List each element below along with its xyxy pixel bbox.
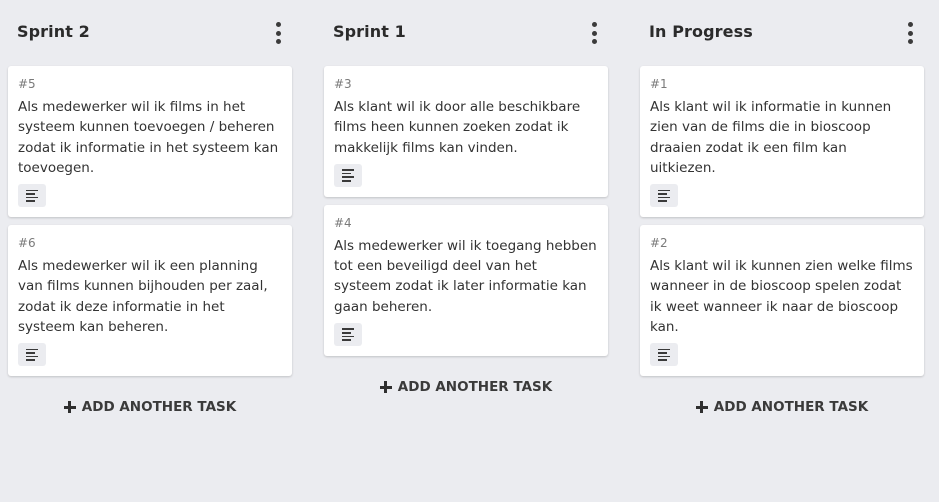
task-id: #1 [650, 77, 668, 91]
task-text: Als klant wil ik informatie in kunnen zi… [650, 99, 892, 176]
task-card[interactable]: #1 Als klant wil ik informatie in kunnen… [640, 66, 924, 218]
add-task-button[interactable]: ADD ANOTHER TASK [324, 377, 608, 397]
column-sprint-1: Sprint 1 #3 Als klant wil ik door alle b… [324, 0, 608, 397]
task-id: #2 [650, 236, 668, 251]
add-task-button[interactable]: ADD ANOTHER TASK [8, 397, 292, 417]
add-task-label: ADD ANOTHER TASK [713, 399, 869, 416]
more-vertical-icon[interactable] [898, 20, 922, 46]
task-card[interactable]: #5 Als medewerker wil ik films in het sy… [8, 66, 292, 218]
task-card[interactable]: #3 Als klant wil ik door alle beschikbar… [324, 66, 608, 197]
task-id: #6 [18, 236, 36, 251]
column-header: Sprint 2 [8, 0, 292, 66]
add-task-label: ADD ANOTHER TASK [81, 399, 237, 416]
task-text: Als medewerker wil ik een planning van f… [18, 258, 268, 336]
add-task-button[interactable]: ADD ANOTHER TASK [640, 397, 924, 417]
task-text: Als medewerker wil ik toegang hebben tot… [334, 237, 597, 315]
description-lines-icon [650, 343, 678, 367]
task-id: #4 [334, 215, 352, 230]
more-vertical-icon[interactable] [582, 20, 606, 46]
column-title: Sprint 1 [333, 22, 406, 41]
description-lines-icon [334, 323, 362, 347]
task-text: Als medewerker wil ik films in het syste… [18, 99, 279, 176]
column-sprint-2: Sprint 2 #5 Als medewerker wil ik films … [8, 0, 292, 417]
task-text: Als klant wil ik kunnen zien welke films… [650, 258, 913, 336]
column-in-progress: In Progress #1 Als klant wil ik informat… [640, 0, 924, 417]
card-list: #1 Als klant wil ik informatie in kunnen… [640, 66, 924, 384]
plus-icon [379, 381, 392, 394]
description-lines-icon [650, 184, 678, 208]
plus-icon [695, 401, 708, 414]
task-id: #3 [334, 77, 352, 91]
task-text: Als klant wil ik door alle beschikbare f… [334, 99, 581, 156]
column-header: In Progress [640, 0, 924, 66]
column-title: Sprint 2 [17, 22, 90, 41]
card-list: #3 Als klant wil ik door alle beschikbar… [324, 66, 608, 364]
more-vertical-icon[interactable] [266, 20, 290, 46]
task-card[interactable]: #4 Als medewerker wil ik toegang hebben … [324, 204, 608, 357]
card-list: #5 Als medewerker wil ik films in het sy… [8, 66, 292, 384]
task-id: #5 [18, 77, 36, 91]
description-lines-icon [18, 184, 46, 208]
column-header: Sprint 1 [324, 0, 608, 66]
description-lines-icon [334, 163, 362, 187]
add-task-label: ADD ANOTHER TASK [397, 379, 553, 396]
kanban-board: Sprint 2 #5 Als medewerker wil ik films … [0, 0, 939, 502]
description-lines-icon [18, 343, 46, 367]
column-title: In Progress [649, 22, 753, 41]
task-card[interactable]: #6 Als medewerker wil ik een planning va… [8, 225, 292, 377]
task-card[interactable]: #2 Als klant wil ik kunnen zien welke fi… [640, 225, 924, 377]
plus-icon [63, 401, 76, 414]
